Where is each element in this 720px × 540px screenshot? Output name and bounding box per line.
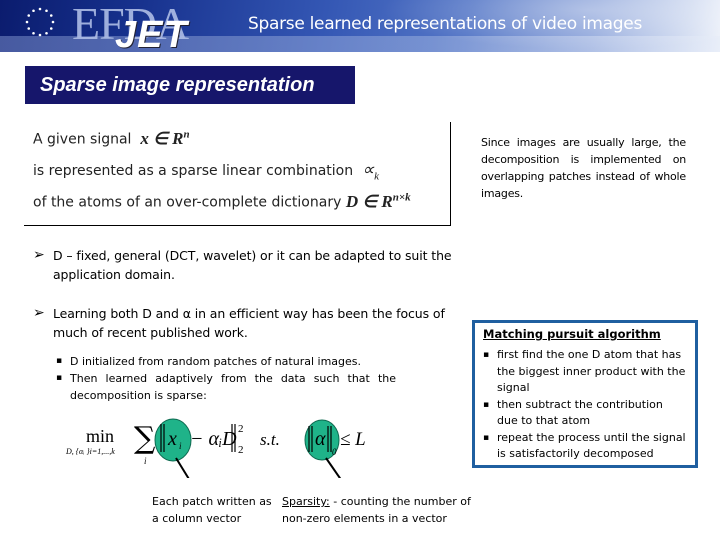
flag-star (32, 9, 35, 13)
flag-star (38, 33, 42, 37)
flag-star (25, 20, 29, 24)
caption-sparsity: Sparsity: - counting the number of non-z… (282, 493, 492, 527)
matching-pursuit-step: first find the one D atom that has the b… (483, 347, 687, 397)
math-dictionary: D ∈ Rn×k (345, 191, 411, 211)
flag-star (38, 7, 42, 11)
presentation-title: Sparse learned representations of video … (248, 14, 643, 34)
definition-line-2: is represented as a sparse linear combin… (33, 160, 379, 182)
matching-pursuit-title: Matching pursuit algorithm (483, 327, 661, 341)
arrow-bullet-icon: ➢ (33, 246, 45, 262)
sub-bullet-item: Then learned adaptively from the data su… (56, 370, 396, 404)
sub-bullet-item: D initialized from random patches of nat… (56, 353, 396, 370)
formula-sum: ∑ (134, 421, 156, 456)
optimization-formula: min D, {αᵢ }i=1,...,k ∑ i x i − αᵢD 2 2 … (65, 418, 366, 478)
pointer-line-patch (175, 457, 190, 478)
formula-norm-sub: 2 (238, 444, 244, 456)
math-alpha: ∝k (362, 160, 380, 183)
sub-bullet-list: D initialized from random patches of nat… (56, 353, 396, 404)
flag-star (32, 31, 35, 35)
formula-alpha: α (315, 428, 326, 450)
caption-patch-vector: Each patch written as a column vector (152, 495, 272, 525)
formula-st: s.t. (260, 430, 280, 449)
definition-text: of the atoms of an over-complete diction… (33, 194, 342, 211)
definition-text: is represented as a sparse linear combin… (33, 163, 354, 179)
formula-constraint: ≤ L (340, 429, 366, 450)
flag-star (51, 20, 55, 24)
math-signal: x ∈ Rn (140, 128, 190, 148)
eu-flag-icon (25, 7, 55, 37)
flag-star (27, 14, 31, 17)
bullet-text: D – fixed, general (DCT, wavelet) or it … (53, 248, 452, 282)
header-banner: EFDA JET Sparse learned representations … (0, 0, 720, 52)
matching-pursuit-step: then subtract the contribution due to th… (483, 397, 687, 430)
flag-star (49, 14, 53, 17)
section-title: Sparse image representation (25, 66, 355, 104)
formula-norm-sup: 2 (238, 423, 244, 435)
pointer-line-sparsity (325, 457, 342, 478)
flag-star (49, 27, 53, 30)
jet-logo: JET (115, 14, 188, 52)
matching-pursuit-box: Matching pursuit algorithm first find th… (472, 320, 698, 468)
formula-sum-subscript: i (144, 456, 147, 466)
definition-text: A given signal (33, 131, 132, 148)
bullet-text: Learning both D and α in an efficient wa… (53, 306, 445, 340)
flag-star (27, 27, 31, 30)
flag-star (45, 31, 48, 35)
flag-star (45, 9, 48, 13)
sparsity-label: Sparsity: (282, 495, 330, 508)
definition-line-1: A given signal x ∈ Rn (33, 128, 190, 149)
formula-rest: − αᵢD (190, 428, 237, 450)
formula-alpha-subscript: 0 (332, 447, 337, 457)
matching-pursuit-step: repeat the process until the signal is s… (483, 430, 687, 463)
formula-min: min (86, 426, 114, 446)
definition-line-3: of the atoms of an over-complete diction… (33, 191, 411, 212)
formula-min-subscript: D, {αᵢ }i=1,...,k (65, 447, 115, 456)
side-note: Since images are usually large, the deco… (481, 136, 686, 200)
formula-x: x (167, 428, 177, 450)
arrow-bullet-icon: ➢ (33, 304, 45, 320)
